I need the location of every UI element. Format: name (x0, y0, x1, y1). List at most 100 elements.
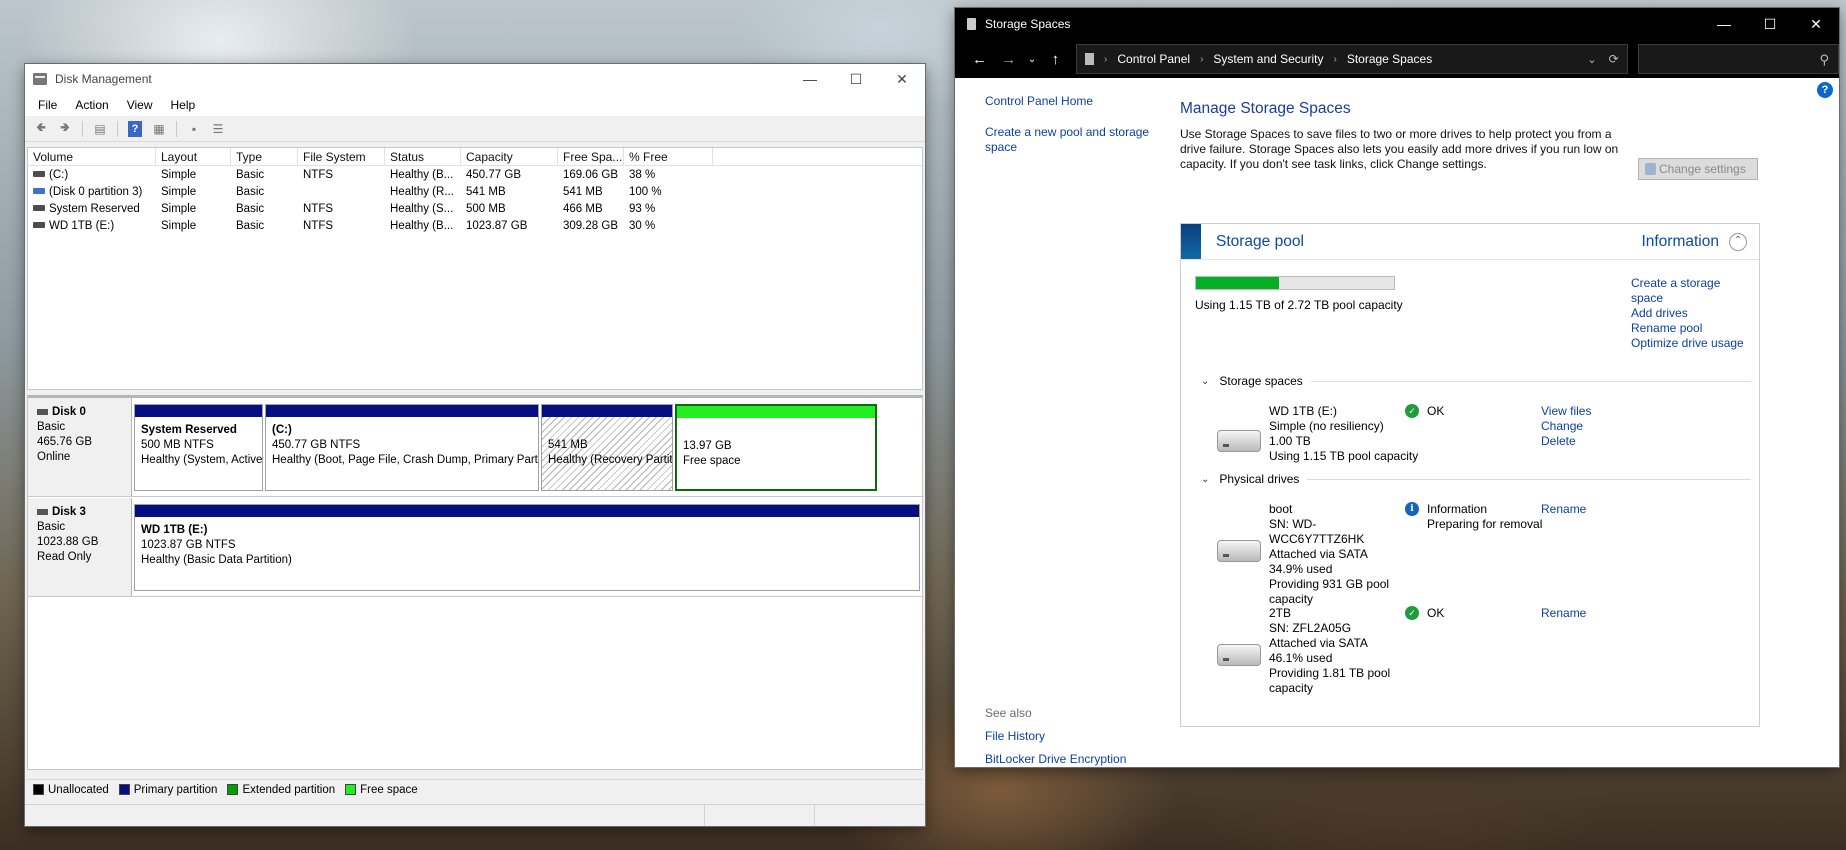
collapse-icon[interactable]: ⌃ (1729, 233, 1747, 251)
menu-help[interactable]: Help (162, 98, 205, 112)
drive-icon (1217, 540, 1261, 562)
connect-icon[interactable]: ▪ (184, 120, 204, 138)
column-status[interactable]: Status (385, 148, 461, 165)
change-settings-button[interactable]: Change settings (1638, 158, 1758, 180)
legend-extended: Extended partition (227, 784, 335, 796)
breadcrumb-storage-spaces[interactable]: Storage Spaces (1347, 52, 1432, 66)
back-icon[interactable]: 🢀 (31, 120, 51, 138)
pool-links: Create a storage space Add drives Rename… (1631, 276, 1751, 351)
column-volume[interactable]: Volume (28, 148, 156, 165)
title-bar[interactable]: Disk Management — ☐ ✕ (25, 64, 925, 94)
column-layout[interactable]: Layout (156, 148, 231, 165)
chevron-down-icon: ⌄ (1201, 473, 1210, 485)
delete-link[interactable]: Delete (1541, 434, 1591, 449)
volume-list-header: Volume Layout Type File System Status Ca… (28, 148, 922, 166)
search-icon: ⚲ (1819, 52, 1829, 67)
close-button[interactable]: ✕ (1793, 8, 1839, 40)
title-bar[interactable]: Storage Spaces — ☐ ✕ (955, 8, 1839, 40)
file-history-link[interactable]: File History (985, 725, 1126, 748)
pool-capacity-text: Using 1.15 TB of 2.72 TB pool capacity (1195, 298, 1403, 312)
control-panel-home-link[interactable]: Control Panel Home (985, 94, 1155, 109)
rename-drive-link[interactable]: Rename (1541, 502, 1586, 517)
table-row[interactable]: (Disk 0 partition 3) Simple Basic Health… (28, 183, 922, 200)
see-also: See also File History BitLocker Drive En… (985, 702, 1126, 771)
window-title: Storage Spaces (985, 17, 1071, 31)
disk-graphical-view: Disk 0 Basic 465.76 GB Online System Res… (27, 395, 924, 770)
physical-drive-item: boot SN: WD-WCC6Y7TTZ6HK Attached via SA… (1217, 502, 1757, 606)
add-drives-link[interactable]: Add drives (1631, 306, 1751, 321)
create-storage-space-link[interactable]: Create a storage space (1631, 276, 1751, 306)
disk-3-label[interactable]: Disk 3 Basic 1023.88 GB Read Only (28, 498, 132, 596)
rename-drive-link[interactable]: Rename (1541, 606, 1586, 621)
rename-pool-link[interactable]: Rename pool (1631, 321, 1751, 336)
breadcrumb-system-security[interactable]: System and Security (1213, 52, 1323, 66)
partition-recovery[interactable]: 541 MBHealthy (Recovery Partition) (541, 404, 673, 491)
volume-blue-icon (33, 188, 45, 195)
partition-c[interactable]: (C:) 450.77 GB NTFS Healthy (Boot, Page Fi… (265, 404, 539, 491)
partition-free-space[interactable]: 13.97 GB Free space (675, 404, 877, 491)
optimize-drive-usage-link[interactable]: Optimize drive usage (1631, 336, 1751, 351)
help-icon[interactable]: ? (1817, 82, 1833, 98)
volume-icon (33, 222, 45, 229)
page-description: Use Storage Spaces to save files to two … (1180, 127, 1619, 171)
up-arrow-icon[interactable]: ↑ (1041, 51, 1070, 68)
recent-dropdown-icon[interactable]: ⌄ (1023, 54, 1041, 65)
column-free-space[interactable]: Free Spa... (558, 148, 624, 165)
menu-action[interactable]: Action (66, 98, 117, 112)
chevron-down-icon[interactable]: ⌄ (1587, 53, 1596, 66)
maximize-button[interactable]: ☐ (1747, 8, 1793, 40)
forward-arrow-icon[interactable]: → (994, 51, 1023, 68)
help-icon[interactable]: ? (128, 120, 142, 137)
partition-system-reserved[interactable]: System Reserved 500 MB NTFS Healthy (Syste… (134, 404, 263, 491)
address-bar-row: ← → ⌄ ↑ › Control Panel › System and Sec… (955, 40, 1839, 78)
disk-0-label[interactable]: Disk 0 Basic 465.76 GB Online (28, 398, 132, 496)
minimize-button[interactable]: — (787, 64, 833, 94)
back-arrow-icon[interactable]: ← (965, 51, 994, 68)
search-input[interactable]: ⚲ (1637, 44, 1839, 74)
column-type[interactable]: Type (231, 148, 298, 165)
list-view-icon[interactable]: ☰ (208, 120, 228, 138)
storage-pool-panel: Storage pool Information ⌃ Using 1.15 TB… (1180, 223, 1760, 727)
column-file-system[interactable]: File System (298, 148, 385, 165)
table-row[interactable]: (C:) Simple Basic NTFS Healthy (B... 450… (28, 166, 922, 183)
disk-icon (37, 408, 48, 415)
minimize-button[interactable]: — (1701, 8, 1747, 40)
table-row[interactable]: System Reserved Simple Basic NTFS Health… (28, 200, 922, 217)
physical-drives-section[interactable]: ⌄ Physical drives (1201, 472, 1751, 486)
disk-management-icon (33, 73, 47, 85)
close-button[interactable]: ✕ (879, 64, 925, 94)
view-files-link[interactable]: View files (1541, 404, 1591, 419)
create-pool-link[interactable]: Create a new pool and storage space (985, 125, 1155, 155)
breadcrumb-control-panel[interactable]: Control Panel (1117, 52, 1190, 66)
drive-icon (1217, 644, 1261, 666)
toolbar: 🢀 🢂 ▤ ? ▦ ▪ ☰ (25, 116, 925, 142)
column-percent-free[interactable]: % Free (624, 148, 713, 165)
pool-capacity-bar (1195, 276, 1395, 290)
see-also-heading: See also (985, 706, 1032, 720)
bitlocker-link[interactable]: BitLocker Drive Encryption (985, 748, 1126, 771)
chevron-right-icon: › (1333, 53, 1337, 65)
legend: Unallocated Primary partition Extended p… (27, 779, 923, 799)
menu-file[interactable]: File (29, 98, 66, 112)
window-title: Disk Management (55, 72, 152, 86)
properties-icon[interactable]: ▦ (149, 120, 169, 138)
storage-spaces-section[interactable]: ⌄ Storage spaces (1201, 374, 1751, 388)
storage-space-item: WD 1TB (E:) Simple (no resiliency) 1.00 … (1217, 404, 1757, 464)
menu-view[interactable]: View (118, 98, 162, 112)
show-hide-tree-icon[interactable]: ▤ (90, 120, 110, 138)
legend-unallocated: Unallocated (33, 784, 109, 796)
change-link[interactable]: Change (1541, 419, 1591, 434)
column-capacity[interactable]: Capacity (461, 148, 558, 165)
table-row[interactable]: WD 1TB (E:) Simple Basic NTFS Healthy (B… (28, 217, 922, 234)
storage-spaces-icon (967, 18, 976, 30)
maximize-button[interactable]: ☐ (833, 64, 879, 94)
legend-free-space: Free space (345, 784, 418, 796)
pool-info-status: Information (1641, 233, 1719, 250)
address-bar[interactable]: › Control Panel › System and Security › … (1076, 44, 1628, 74)
storage-spaces-window: Storage Spaces — ☐ ✕ ← → ⌄ ↑ › Control P… (955, 8, 1839, 767)
partition-wd-1tb[interactable]: WD 1TB (E:) 1023.87 GB NTFS Healthy (Basic… (134, 504, 920, 591)
volume-icon (33, 171, 45, 178)
refresh-icon[interactable]: ⟳ (1609, 52, 1619, 66)
storage-pool-header[interactable]: Storage pool Information ⌃ (1181, 224, 1759, 260)
forward-icon[interactable]: 🢂 (55, 120, 75, 138)
